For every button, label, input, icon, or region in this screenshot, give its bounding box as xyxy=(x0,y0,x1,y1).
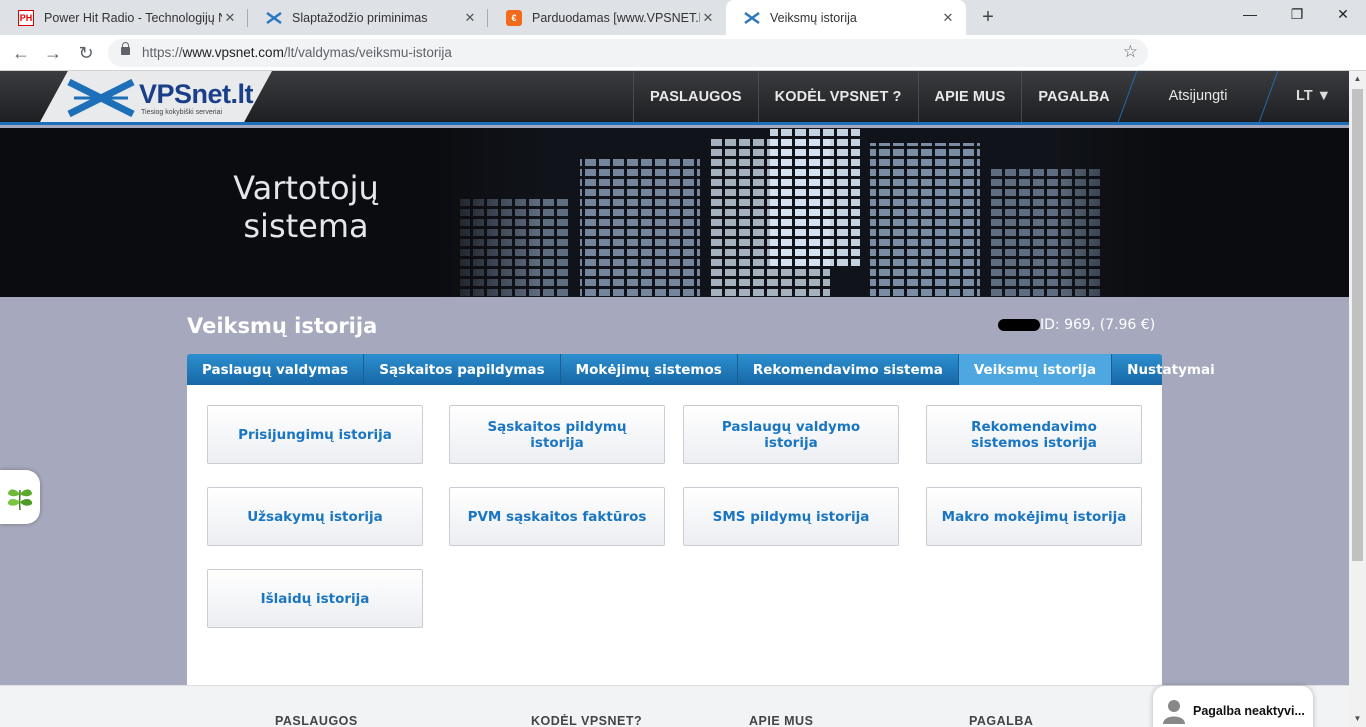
eco-widget[interactable] xyxy=(0,470,40,524)
minimize-icon[interactable]: — xyxy=(1240,6,1260,22)
redacted-username xyxy=(998,319,1040,331)
chat-status: Pagalba neaktyvi... xyxy=(1193,704,1305,718)
tab-mokejimu-sistemos[interactable]: Mokėjimų sistemos xyxy=(561,354,738,385)
close-window-icon[interactable]: ✕ xyxy=(1333,6,1353,23)
footer-heading: PAGALBA xyxy=(969,714,1034,727)
hero-banner: Vartotojų sistema xyxy=(0,128,1349,297)
scroll-up-icon[interactable]: ▲ xyxy=(1349,71,1366,87)
browser-tab-title: Parduodamas [www.VPSNET.lt] a xyxy=(532,10,700,25)
vpsnet-logo-icon xyxy=(67,78,135,118)
footer-heading: KODĖL VPSNET? xyxy=(531,714,643,727)
address-bar[interactable]: https://www.vpsnet.com/lt/valdymas/veiks… xyxy=(108,39,1148,67)
support-agent-icon xyxy=(1163,700,1185,724)
leaf-icon xyxy=(7,489,33,511)
browser-tab-title: Veiksmų istorija xyxy=(770,10,857,25)
vpsnet-icon xyxy=(266,10,282,26)
language-selector[interactable]: LT ▼ xyxy=(1296,71,1331,122)
browser-tab[interactable]: PH Power Hit Radio - Technologijų N ✕ xyxy=(0,0,248,35)
site-header: VPSnet.lt Tiesiog kokybiški serveriai PA… xyxy=(0,71,1349,125)
phr-icon: PH xyxy=(18,9,34,26)
makro-history-button[interactable]: Makro mokėjimų istorija xyxy=(926,487,1142,546)
vat-invoices-button[interactable]: PVM sąskaitos faktūros xyxy=(449,487,665,546)
forward-icon[interactable]: → xyxy=(42,42,64,64)
account-tabs: Paslaugų valdymas Sąskaitos papildymas M… xyxy=(187,354,1215,385)
reload-icon[interactable]: ↻ xyxy=(75,42,97,64)
close-tab-icon[interactable]: ✕ xyxy=(700,10,716,26)
tab-saskaitos-papildymas[interactable]: Sąskaitos papildymas xyxy=(364,354,561,385)
nav-kodel-vpsnet[interactable]: KODĖL VPSNET ? xyxy=(757,71,918,122)
browser-tab-title: Power Hit Radio - Technologijų N xyxy=(44,10,222,25)
close-tab-icon[interactable]: ✕ xyxy=(222,10,238,26)
nav-paslaugos[interactable]: PASLAUGOS xyxy=(633,71,758,122)
tab-veiksmu-istorija[interactable]: Veiksmų istorija xyxy=(958,354,1113,385)
page-scrollbar[interactable]: ▲ ▼ xyxy=(1349,71,1366,727)
browser-tab[interactable]: Slaptažodžio priminimas ✕ xyxy=(248,0,488,35)
bookmark-star-icon[interactable]: ☆ xyxy=(1123,42,1138,62)
back-icon[interactable]: ← xyxy=(10,42,32,64)
nav-apie-mus[interactable]: APIE MUS xyxy=(917,71,1022,122)
browser-tab-active[interactable]: Veiksmų istorija ✕ xyxy=(726,0,966,35)
login-history-button[interactable]: Prisijungimų istorija xyxy=(207,405,423,464)
url-text: https://www.vpsnet.com/lt/valdymas/veiks… xyxy=(142,45,452,60)
lock-icon xyxy=(121,42,130,55)
browser-tab[interactable]: € Parduodamas [www.VPSNET.lt] a ✕ xyxy=(488,0,726,35)
browser-tab-strip: PH Power Hit Radio - Technologijų N ✕ Sl… xyxy=(0,0,1366,35)
scroll-down-icon[interactable]: ▼ xyxy=(1349,711,1366,727)
page-title: Veiksmų istorija xyxy=(187,314,378,338)
site-footer: PASLAUGOS KODĖL VPSNET? APIE MUS PAGALBA xyxy=(0,685,1349,727)
support-chat-widget[interactable]: Pagalba neaktyvi... xyxy=(1153,686,1313,727)
nav-pagalba[interactable]: PAGALBA xyxy=(1021,71,1125,122)
logo-subtitle: Tiesiog kokybiški serveriai xyxy=(141,109,223,116)
vpsnet-icon xyxy=(744,10,760,26)
close-tab-icon[interactable]: ✕ xyxy=(462,10,478,26)
expenses-history-button[interactable]: Išlaidų istorija xyxy=(207,569,423,628)
browser-tab-title: Slaptažodžio priminimas xyxy=(292,10,428,25)
tab-rekomendavimo-sistema[interactable]: Rekomendavimo sistema xyxy=(738,354,959,385)
history-panel: Prisijungimų istorija Sąskaitos pildymų … xyxy=(187,385,1162,685)
new-tab-icon[interactable]: + xyxy=(978,6,998,28)
topup-history-button[interactable]: Sąskaitos pildymų istorija xyxy=(449,405,665,464)
logout-button[interactable]: Atsijungti xyxy=(1127,71,1269,122)
footer-heading: APIE MUS xyxy=(749,714,814,727)
orange-icon: € xyxy=(506,9,522,26)
referral-history-button[interactable]: Rekomendavimo sistemos istorija xyxy=(926,405,1142,464)
account-info: ID: 969, (7.96 €) xyxy=(1040,317,1156,333)
close-tab-icon[interactable]: ✕ xyxy=(940,10,956,26)
address-toolbar: ← → ↻ https://www.vpsnet.com/lt/valdymas… xyxy=(0,35,1366,102)
restore-icon[interactable]: ❐ xyxy=(1287,6,1307,23)
tab-nustatymai[interactable]: Nustatymai xyxy=(1112,354,1230,385)
tab-paslaugu-valdymas[interactable]: Paslaugų valdymas xyxy=(187,354,365,385)
logo-text: VPSnet.lt xyxy=(139,79,254,109)
hero-title: Vartotojų sistema xyxy=(233,169,379,245)
scrollbar-thumb[interactable] xyxy=(1352,89,1363,561)
orders-history-button[interactable]: Užsakymų istorija xyxy=(207,487,423,546)
page-viewport: VPSnet.lt Tiesiog kokybiški serveriai PA… xyxy=(0,71,1349,727)
main-nav: PASLAUGOS KODĖL VPSNET ? APIE MUS PAGALB… xyxy=(633,71,1126,122)
server-rack-art xyxy=(430,128,1165,297)
service-history-button[interactable]: Paslaugų valdymo istorija xyxy=(683,405,899,464)
sms-history-button[interactable]: SMS pildymų istorija xyxy=(683,487,899,546)
footer-heading: PASLAUGOS xyxy=(275,714,358,727)
